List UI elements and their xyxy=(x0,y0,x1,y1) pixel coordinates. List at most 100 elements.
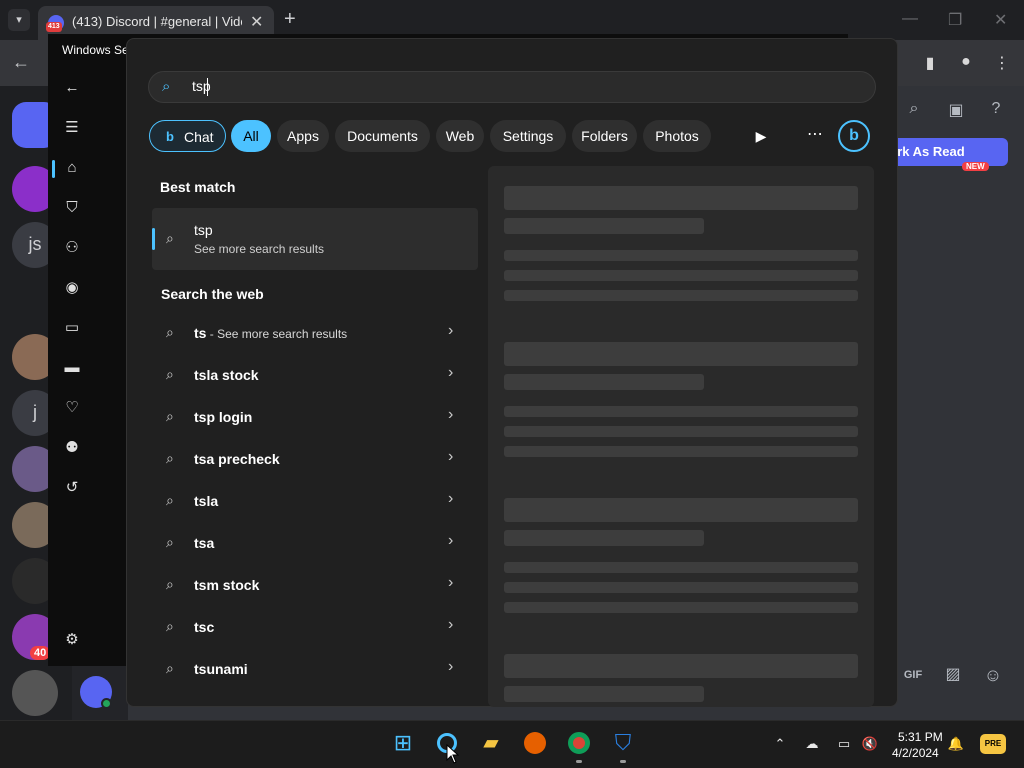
shield-icon[interactable]: ⛉ xyxy=(60,196,84,220)
server-icon[interactable] xyxy=(12,670,58,716)
web-result-label: tsa precheck xyxy=(194,451,280,467)
clock-time[interactable]: 5:31 PM xyxy=(898,730,943,744)
kebab-menu-icon[interactable]: ⋮ xyxy=(992,53,1012,73)
skeleton-block xyxy=(504,654,858,678)
search-icon: ⌕ xyxy=(166,534,174,550)
chip-chat[interactable]: b Chat xyxy=(149,120,226,152)
window-close-icon[interactable]: ✕ xyxy=(994,10,1007,30)
chip-all[interactable]: All xyxy=(231,120,271,152)
active-indicator xyxy=(52,160,55,178)
web-result-item[interactable]: ⌕ tsm stock › xyxy=(152,566,478,606)
chevron-right-icon: › xyxy=(448,658,454,675)
search-icon: ⌕ xyxy=(166,450,174,466)
web-result-item[interactable]: ⌕ tsla stock › xyxy=(152,356,478,396)
chip-documents[interactable]: Documents xyxy=(335,120,430,152)
chevron-right-icon: › xyxy=(448,322,454,339)
chevron-right-icon: › xyxy=(448,448,454,465)
notification-bell-icon[interactable]: 🔔 xyxy=(946,734,966,754)
search-icon: ⌕ xyxy=(166,492,174,508)
skeleton-line xyxy=(504,686,704,702)
account-icon[interactable]: ⚇ xyxy=(60,236,84,260)
device-security-icon[interactable]: ▬ xyxy=(60,356,84,380)
help-icon[interactable]: ? xyxy=(984,100,1008,124)
copilot-pre-icon[interactable]: PRE xyxy=(980,734,1006,754)
emoji-icon[interactable]: ☺ xyxy=(980,662,1006,688)
windows-start-icon[interactable]: ⊞ xyxy=(390,730,416,756)
tab-search-chevron-icon[interactable]: ▾ xyxy=(8,9,30,31)
search-icon[interactable]: ⌕ xyxy=(902,100,926,124)
selection-indicator xyxy=(152,228,155,250)
history-icon[interactable]: ↺ xyxy=(60,476,84,500)
running-indicator xyxy=(620,760,626,763)
network-icon[interactable]: ◉ xyxy=(60,276,84,300)
app-browser-icon[interactable]: ▭ xyxy=(60,316,84,340)
web-result-label: ts - See more search results xyxy=(194,325,347,341)
web-result-label: tsunami xyxy=(194,661,248,677)
restore-icon[interactable]: ❐ xyxy=(948,10,962,30)
chevron-right-icon: › xyxy=(448,490,454,507)
settings-gear-icon[interactable]: ⚙ xyxy=(60,628,84,652)
volume-muted-icon[interactable]: 🔇 xyxy=(860,734,880,754)
web-result-item[interactable]: ⌕ ts - See more search results › xyxy=(152,314,478,354)
web-result-item[interactable]: ⌕ tsp login › xyxy=(152,398,478,438)
chrome-icon[interactable] xyxy=(566,730,592,756)
search-input[interactable] xyxy=(148,71,876,103)
play-icon[interactable]: ▶ xyxy=(752,126,770,146)
minimize-icon[interactable]: — xyxy=(902,10,918,28)
clock-date[interactable]: 4/2/2024 xyxy=(892,746,939,760)
running-indicator xyxy=(576,760,582,763)
mark-as-read-label: ark As Read xyxy=(890,144,965,159)
skeleton-line xyxy=(504,446,858,457)
best-match-heading: Best match xyxy=(160,179,236,195)
skeleton-line xyxy=(504,530,704,546)
profile-icon[interactable]: ● xyxy=(956,53,976,73)
new-badge: NEW xyxy=(962,162,989,171)
close-icon[interactable]: ✕ xyxy=(250,12,263,32)
chip-folders[interactable]: Folders xyxy=(572,120,637,152)
web-result-item[interactable]: ⌕ tsla › xyxy=(152,482,478,522)
back-arrow-icon[interactable]: ← xyxy=(12,52,30,73)
inbox-icon[interactable]: ▣ xyxy=(944,100,968,124)
chevron-right-icon: › xyxy=(448,532,454,549)
chip-photos[interactable]: Photos xyxy=(643,120,711,152)
skeleton-line xyxy=(504,602,858,613)
best-match-item[interactable] xyxy=(152,208,478,270)
mark-as-read-button[interactable]: ark As Read xyxy=(880,138,1008,166)
tab-title: (413) Discord | #general | Video xyxy=(72,14,242,29)
firefox-icon[interactable] xyxy=(522,730,548,756)
web-result-item[interactable]: ⌕ tsunami › xyxy=(152,650,478,690)
skeleton-line xyxy=(504,374,704,390)
bing-icon[interactable]: b xyxy=(838,120,870,152)
skeleton-block xyxy=(504,498,858,522)
file-explorer-icon[interactable]: ▰ xyxy=(478,730,504,756)
chevron-right-icon: › xyxy=(448,616,454,633)
chip-apps[interactable]: Apps xyxy=(277,120,329,152)
cloud-icon[interactable]: ☁ xyxy=(802,734,822,754)
tray-badge: PRE xyxy=(984,739,1002,748)
chip-settings[interactable]: Settings xyxy=(490,120,566,152)
chevron-right-icon: › xyxy=(448,406,454,423)
side-panel-icon[interactable]: ▮ xyxy=(920,53,940,73)
web-result-item[interactable]: ⌕ tsc › xyxy=(152,608,478,648)
web-result-label: tsp login xyxy=(194,409,253,425)
web-result-label: tsc xyxy=(194,619,215,635)
plus-icon[interactable]: + xyxy=(284,8,296,31)
web-result-item[interactable]: ⌕ tsa › xyxy=(152,524,478,564)
windows-security-icon[interactable]: ⛉ xyxy=(610,730,636,756)
chip-web[interactable]: Web xyxy=(436,120,484,152)
chevron-up-icon[interactable]: ⌃ xyxy=(770,734,790,754)
back-arrow-icon[interactable]: ← xyxy=(60,76,84,100)
web-result-label: tsla stock xyxy=(194,367,259,383)
home-icon[interactable]: ⌂ xyxy=(60,156,84,180)
more-options-icon[interactable]: ⋯ xyxy=(804,124,826,146)
health-icon[interactable]: ♡ xyxy=(60,396,84,420)
network-icon[interactable]: ▭ xyxy=(834,734,854,754)
chip-label: Chat xyxy=(184,129,214,145)
gif-button[interactable]: GIF xyxy=(900,662,926,688)
web-result-label: tsm stock xyxy=(194,577,260,593)
web-result-item[interactable]: ⌕ tsa precheck › xyxy=(152,440,478,480)
sticker-icon[interactable]: ▨ xyxy=(940,662,966,688)
hamburger-menu-icon[interactable]: ☰ xyxy=(60,116,84,140)
best-match-title: tsp xyxy=(194,222,213,238)
family-icon[interactable]: ⚉ xyxy=(60,436,84,460)
